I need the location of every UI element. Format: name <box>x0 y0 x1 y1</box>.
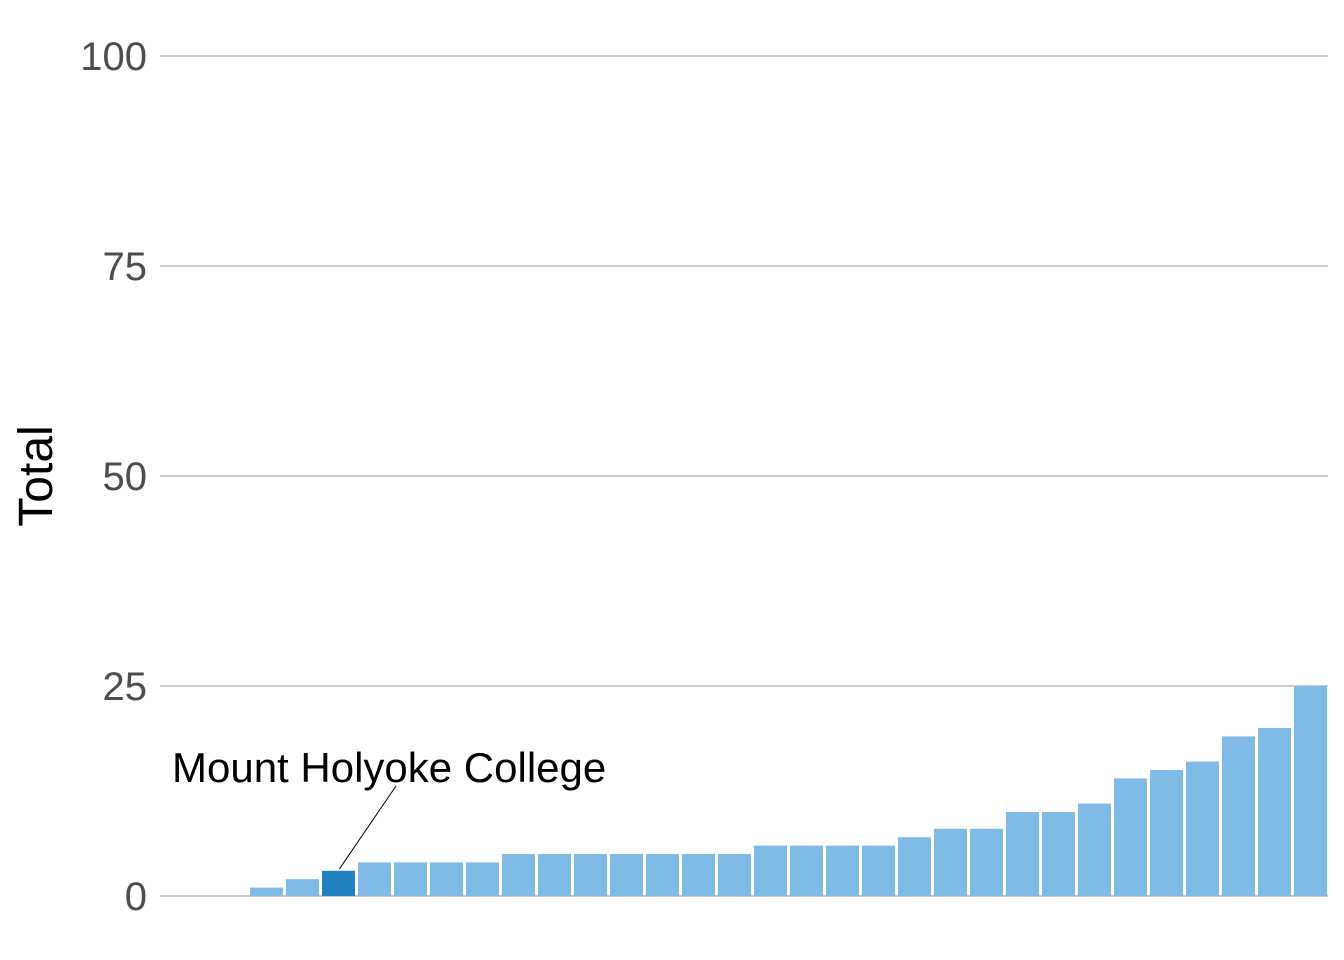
bar-27 <box>1150 770 1183 896</box>
annotation-label: Mount Holyoke College <box>172 744 606 791</box>
bar-25 <box>1078 803 1111 896</box>
bar-3 <box>286 879 319 896</box>
y-axis-ticks: 0 25 50 75 100 <box>80 35 147 919</box>
bar-31 <box>1294 686 1327 896</box>
bar-28 <box>1186 761 1219 896</box>
bar-10 <box>538 854 571 896</box>
bar-6 <box>394 862 427 896</box>
bar-14 <box>682 854 715 896</box>
bar-8 <box>466 862 499 896</box>
bar-16 <box>754 845 787 896</box>
bar-21 <box>934 828 967 896</box>
bar-22 <box>970 828 1003 896</box>
bar-12 <box>610 854 643 896</box>
bar-11 <box>574 854 607 896</box>
bar-29 <box>1222 736 1255 896</box>
bar-9 <box>502 854 535 896</box>
y-tick-label-25: 25 <box>103 665 148 709</box>
bar-19 <box>862 845 895 896</box>
bars <box>250 686 1327 896</box>
bar-23 <box>1006 812 1039 896</box>
bar-7 <box>430 862 463 896</box>
y-tick-label-100: 100 <box>80 35 147 79</box>
bar-2 <box>250 887 283 896</box>
bar-18 <box>826 845 859 896</box>
chart-container: 0 25 50 75 100 Mount Holyoke College Total <box>0 0 1344 960</box>
bar-15 <box>718 854 751 896</box>
bar-30 <box>1258 728 1291 896</box>
bar-24 <box>1042 812 1075 896</box>
bar-20 <box>898 837 931 896</box>
bar-highlighted <box>322 870 355 896</box>
bar-26 <box>1114 778 1147 896</box>
y-tick-label-75: 75 <box>103 245 148 289</box>
bar-13 <box>646 854 679 896</box>
annotation: Mount Holyoke College <box>172 744 606 870</box>
bar-17 <box>790 845 823 896</box>
annotation-leader-line <box>339 785 397 870</box>
y-axis-title: Total <box>10 425 63 526</box>
bar-chart: 0 25 50 75 100 Mount Holyoke College Total <box>10 35 1328 919</box>
y-tick-label-50: 50 <box>103 455 148 499</box>
bar-5 <box>358 862 391 896</box>
y-tick-label-0: 0 <box>125 875 147 919</box>
